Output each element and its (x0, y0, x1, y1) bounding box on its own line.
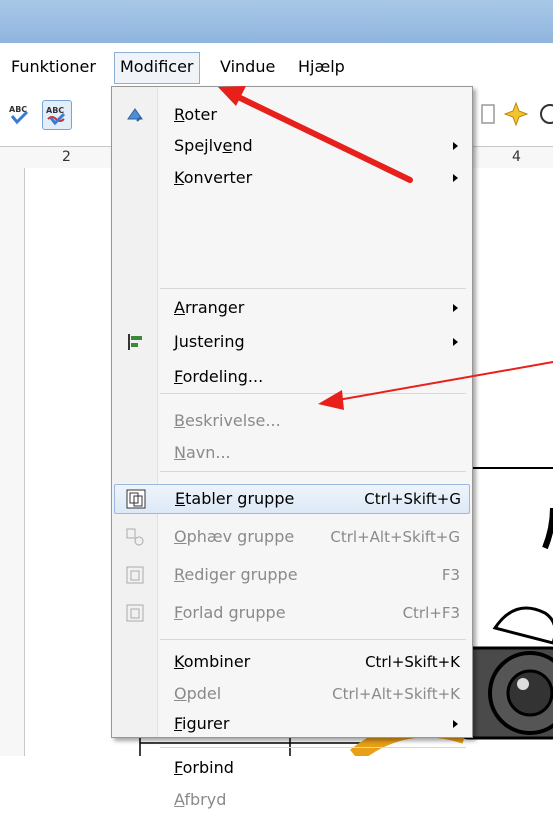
group-icon (126, 489, 146, 509)
menu-separator (160, 393, 466, 394)
menu-item-label: Roter (174, 105, 217, 124)
menu-item-label: Arranger (174, 298, 245, 317)
menu-item-figurer[interactable]: Figurer (114, 710, 468, 738)
menu-item-shortcut: Ctrl+Alt+Skift+K (332, 685, 460, 703)
menu-item-afbryd: Afbryd (114, 786, 468, 814)
window-titlebar (0, 0, 553, 43)
menu-item-konverter[interactable]: Konverter (114, 164, 468, 192)
menu-item-label: Ophæv gruppe (174, 527, 295, 546)
menu-separator (160, 471, 466, 472)
menu-item-label: Kombiner (174, 652, 251, 671)
ruler-label: 4 (512, 149, 521, 165)
autospellcheck-icon[interactable]: ABC (42, 100, 72, 130)
menu-item-label: Justering (174, 332, 245, 351)
menu-item-forbind[interactable]: Forbind (114, 754, 468, 782)
menu-bar: Funktioner Modificer Vindue Hjælp (0, 43, 553, 92)
menu-item-etabler-gruppe[interactable]: Etabler gruppe Ctrl+Skift+G (114, 484, 470, 514)
rotate-icon (125, 105, 145, 125)
menu-item-shortcut: Ctrl+Skift+G (364, 490, 461, 508)
menu-item-label: Forlad gruppe (174, 603, 286, 622)
modificer-dropdown-menu: Roter Spejlvend Konverter Arranger Justering… (111, 86, 473, 809)
shape-icon[interactable] (536, 100, 553, 128)
menu-item-shortcut: Ctrl+Alt+Skift+G (330, 528, 460, 546)
menu-item-label: Fordeling... (174, 367, 264, 386)
menu-item-ophæv-gruppe: Ophæv gruppe Ctrl+Alt+Skift+G (114, 523, 468, 551)
menu-item-label: Opdel (174, 684, 222, 703)
menu-item-spejlvend[interactable]: Spejlvend (114, 132, 468, 160)
svg-text:ABC: ABC (46, 106, 64, 115)
menu-item-label: Beskrivelse... (174, 411, 281, 430)
menu-item-navn: Navn... (114, 439, 468, 467)
vertical-ruler (0, 168, 25, 756)
submenu-arrow-icon (453, 338, 458, 346)
ungroup-icon (125, 527, 145, 547)
submenu-arrow-icon (453, 720, 458, 728)
menu-item-shortcut: Ctrl+Skift+K (365, 653, 460, 671)
menu-item-rediger-gruppe: Rediger gruppe F3 (114, 561, 468, 589)
menu-item-shortcut: F3 (441, 566, 460, 584)
menu-item-fordeling[interactable]: Fordeling... (114, 363, 468, 391)
menu-hjaelp[interactable]: Hjælp (293, 52, 350, 82)
star-icon[interactable] (502, 100, 530, 128)
menu-item-forlad-gruppe: Forlad gruppe Ctrl+F3 (114, 599, 468, 627)
menu-vindue[interactable]: Vindue (215, 52, 280, 82)
menu-item-label: Navn... (174, 443, 231, 462)
submenu-arrow-icon (453, 174, 458, 182)
menu-item-label: Etabler gruppe (175, 489, 295, 508)
menu-modificer[interactable]: Modificer (114, 52, 200, 84)
menu-item-shortcut: Ctrl+F3 (402, 604, 460, 622)
menu-funktioner[interactable]: Funktioner (6, 52, 101, 82)
submenu-arrow-icon (453, 142, 458, 150)
menu-item-opdel: Opdel Ctrl+Alt+Skift+K (114, 680, 468, 708)
menu-item-arranger[interactable]: Arranger (114, 294, 468, 322)
edit-group-icon (125, 565, 145, 585)
menu-item-label: Spejlvend (174, 136, 253, 155)
menu-separator (160, 288, 466, 289)
submenu-arrow-icon (453, 304, 458, 312)
menu-item-label: Forbind (174, 758, 234, 777)
menu-item-kombiner[interactable]: Kombiner Ctrl+Skift+K (114, 648, 468, 676)
menu-item-justering[interactable]: Justering (114, 328, 468, 356)
menu-item-roter[interactable]: Roter (114, 101, 468, 129)
ruler-label: 2 (62, 149, 71, 165)
spellcheck-icon[interactable]: ABC (6, 100, 34, 128)
menu-item-label: Konverter (174, 168, 253, 187)
exit-group-icon (125, 603, 145, 623)
clipboard-icon[interactable] (474, 100, 502, 128)
menu-item-label: Rediger gruppe (174, 565, 298, 584)
menu-item-beskrivelse: Beskrivelse... (114, 407, 468, 435)
menu-separator (160, 747, 466, 748)
menu-item-label: Figurer (174, 714, 230, 733)
align-icon (125, 332, 145, 352)
menu-item-label: Afbryd (174, 790, 227, 809)
menu-separator (160, 639, 466, 640)
